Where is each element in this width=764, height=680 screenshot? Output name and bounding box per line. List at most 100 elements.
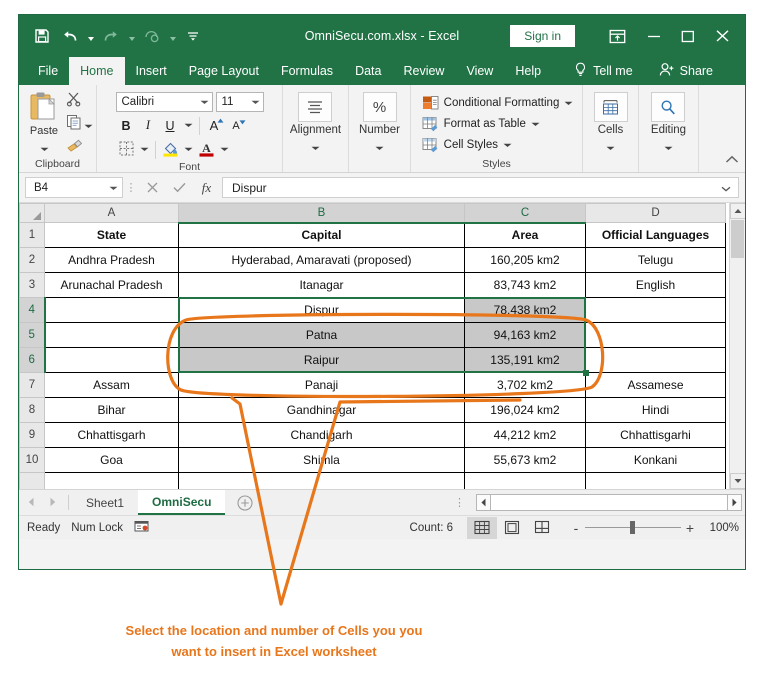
zoom-control[interactable]: - + 100% [557,520,745,536]
zoom-out-button[interactable]: - [567,520,585,536]
sign-in-button[interactable]: Sign in [510,25,575,47]
next-sheet-icon[interactable] [49,494,57,512]
record-macro-icon[interactable] [134,519,160,536]
ribbon-display-options-icon[interactable] [597,21,637,51]
cell-c9[interactable]: 44,212 km2 [464,422,586,448]
alignment-dropdown-icon[interactable] [311,138,320,156]
scroll-up-icon[interactable] [730,203,745,219]
borders-dropdown-icon[interactable] [138,139,151,160]
borders-button[interactable] [116,139,137,160]
cell-b11[interactable] [178,472,465,489]
editing-dropdown-icon[interactable] [664,138,673,156]
name-box-dropdown-icon[interactable] [109,182,118,194]
cell-c2[interactable]: 160,205 km2 [464,247,586,273]
zoom-level-label[interactable]: 100% [699,522,739,534]
cut-button[interactable] [66,92,93,111]
editing-button[interactable]: Editing [651,90,686,156]
redo-icon[interactable] [98,23,124,49]
cell-a2[interactable]: Andhra Pradesh [44,247,179,273]
page-layout-view-icon[interactable] [497,517,527,539]
conditional-formatting-button[interactable]: Conditional Formatting [422,92,574,113]
row-header[interactable]: 1 [19,222,45,248]
row-header[interactable]: 4 [19,297,46,323]
tab-file[interactable]: File [27,57,69,85]
save-icon[interactable] [29,23,55,49]
bold-button[interactable]: B [116,115,137,136]
enter-check-icon[interactable] [166,177,193,198]
conditional-formatting-dropdown-icon[interactable] [564,97,573,109]
italic-button[interactable]: I [138,115,159,136]
insert-function-icon[interactable]: fx [193,177,220,198]
paste-dropdown-icon[interactable] [40,139,49,157]
cell-b9[interactable]: Chandigarh [178,422,465,448]
cell-styles-dropdown-icon[interactable] [503,139,512,151]
tab-review[interactable]: Review [392,57,455,85]
cell-d7[interactable]: Assamese [585,372,726,398]
number-button[interactable]: % Number [359,90,400,156]
undo-icon[interactable] [57,23,83,49]
column-header-b[interactable]: B [178,203,465,224]
cells-button[interactable]: Cells [593,90,628,156]
normal-view-icon[interactable] [467,516,497,539]
cell-a9[interactable]: Chhattisgarh [44,422,179,448]
formula-bar-expand-icon[interactable] [721,181,734,195]
touch-mode-icon[interactable] [139,23,165,49]
fill-color-dropdown-icon[interactable] [182,139,195,160]
decrease-font-size-button[interactable]: A [226,115,247,136]
row-header[interactable] [19,472,45,489]
row-header[interactable]: 7 [19,372,45,398]
row-header[interactable]: 10 [19,447,45,473]
copy-dropdown-icon[interactable] [84,116,93,134]
cells-dropdown-icon[interactable] [606,138,615,156]
row-header[interactable]: 2 [19,247,45,273]
cell-a1[interactable]: State [44,222,179,248]
zoom-slider[interactable] [585,521,681,534]
formula-input[interactable]: Dispur [222,177,739,198]
cell-b7[interactable]: Panaji [178,372,465,398]
cell-b4[interactable]: Dispur [178,297,465,323]
row-header[interactable]: 5 [19,322,46,348]
cell-b8[interactable]: Gandhinagar [178,397,465,423]
format-as-table-button[interactable]: Format as Table [422,113,540,134]
add-sheet-icon[interactable] [225,490,265,515]
column-header-c[interactable]: C [464,203,586,224]
tab-insert[interactable]: Insert [125,57,178,85]
cell-c7[interactable]: 3,702 km2 [464,372,586,398]
hscroll-right-icon[interactable] [727,494,742,511]
sheet-tab-sheet1[interactable]: Sheet1 [72,490,139,515]
cell-d1[interactable]: Official Languages [585,222,726,248]
row-header[interactable]: 6 [19,347,46,373]
tab-data[interactable]: Data [344,57,392,85]
tab-formulas[interactable]: Formulas [270,57,344,85]
paste-button[interactable]: Paste [22,90,66,157]
minimize-icon[interactable] [637,21,671,51]
cell-a3[interactable]: Arunachal Pradesh [44,272,179,298]
format-painter-button[interactable] [66,138,93,157]
tell-me-box[interactable]: Tell me [574,57,633,85]
cell-c10[interactable]: 55,673 km2 [464,447,586,473]
redo-dropdown-icon[interactable] [126,23,137,49]
column-header-d[interactable]: D [585,203,726,223]
tab-help[interactable]: Help [504,57,552,85]
cell-c1[interactable]: Area [464,222,586,248]
cell-a4[interactable] [44,297,179,323]
cancel-x-icon[interactable] [139,177,166,198]
tab-view[interactable]: View [455,57,504,85]
format-as-table-dropdown-icon[interactable] [531,118,540,130]
cell-d6[interactable] [585,347,726,373]
zoom-slider-thumb[interactable] [630,521,635,534]
cell-b2[interactable]: Hyderabad, Amaravati (proposed) [178,247,465,273]
page-break-preview-icon[interactable] [527,517,557,539]
cell-a10[interactable]: Goa [44,447,179,473]
scroll-thumb[interactable] [731,220,744,258]
cell-b3[interactable]: Itanagar [178,272,465,298]
cell-c8[interactable]: 196,024 km2 [464,397,586,423]
cell-d2[interactable]: Telugu [585,247,726,273]
previous-sheet-icon[interactable] [27,494,35,512]
cell-d9[interactable]: Chhattisgarhi [585,422,726,448]
fill-color-button[interactable] [160,139,181,160]
cell-b5[interactable]: Patna [178,322,465,348]
cell-styles-button[interactable]: Cell Styles [422,134,512,155]
font-size-combobox[interactable]: 11 [215,92,264,112]
cell-c4[interactable]: 78,438 km2 [464,297,586,323]
